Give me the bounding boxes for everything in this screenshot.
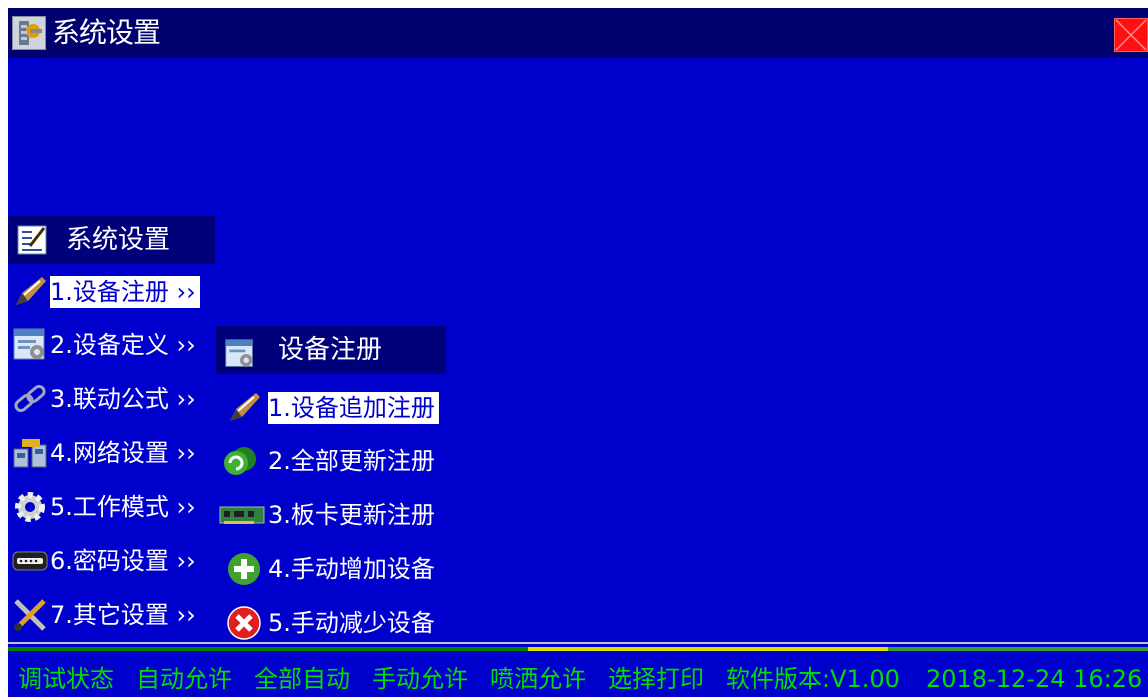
menu-item-work-mode[interactable]: 5.工作模式 ›› [8, 480, 216, 534]
status-auto-allow: 自动允许 [136, 665, 232, 693]
menu-item-password-settings[interactable]: 6.密码设置 ›› [8, 534, 216, 588]
datetime: 2018-12-24 16:26 [926, 665, 1143, 693]
submenu-item-board-update-register[interactable]: 3.板卡更新注册 [216, 488, 446, 542]
main-menu-header: 系统设置 [8, 216, 215, 264]
form-gear-icon [225, 339, 253, 367]
screen: 系统设置 系统设置 1.设备注册 ›› 2.设备定义 ›› 3.联动公式 ›› … [8, 8, 1148, 697]
network-icon [13, 439, 47, 468]
submenu-item-append-register[interactable]: 1.设备追加注册 [216, 380, 446, 434]
circuit-board-icon [219, 506, 265, 524]
remove-icon [227, 606, 261, 640]
status-all-auto: 全部自动 [254, 665, 350, 693]
submenu-item-manual-add-device[interactable]: 4.手动增加设备 [216, 542, 446, 596]
pencil-icon [16, 277, 46, 305]
sub-menu-header: 设备注册 [216, 326, 446, 374]
status-bar: 调试状态 自动允许 全部自动 手动允许 喷洒允许 选择打印 软件版本:V1.00… [8, 653, 1148, 697]
menu-item-device-define[interactable]: 2.设备定义 ›› [8, 318, 216, 372]
refresh-icon [224, 447, 256, 475]
sub-menu: 设备注册 1.设备追加注册 2.全部更新注册 3.板卡更新注册 4.手动增加设备… [216, 326, 446, 640]
status-select-print: 选择打印 [608, 665, 704, 693]
close-button[interactable] [1114, 18, 1148, 52]
status-debug: 调试状态 [18, 665, 114, 693]
gear-icon [15, 492, 45, 522]
close-icon [1115, 19, 1147, 51]
tools-icon [14, 599, 46, 631]
submenu-item-full-update-register[interactable]: 2.全部更新注册 [216, 434, 446, 488]
status-separator [8, 639, 1148, 654]
status-spray-allow: 喷洒允许 [490, 665, 586, 693]
window-title: 系统设置 [52, 16, 161, 49]
settings-app-icon [12, 16, 46, 50]
pencil-icon [230, 393, 260, 421]
main-menu: 系统设置 1.设备注册 ›› 2.设备定义 ›› 3.联动公式 ›› 4.网络设… [8, 216, 216, 640]
chain-link-icon [14, 384, 46, 413]
add-icon [228, 553, 260, 585]
form-gear-icon [13, 328, 45, 360]
password-icon [12, 551, 48, 571]
sub-menu-title: 设备注册 [278, 335, 383, 365]
main-menu-title: 系统设置 [66, 225, 171, 255]
software-version: 软件版本:V1.00 [726, 665, 900, 693]
menu-item-device-register[interactable]: 1.设备注册 ›› [8, 264, 216, 318]
menu-item-network-settings[interactable]: 4.网络设置 ›› [8, 426, 216, 480]
settings-notepad-icon [17, 225, 47, 255]
menu-item-other-settings[interactable]: 7.其它设置 ›› [8, 588, 216, 642]
title-bar: 系统设置 [8, 8, 1148, 58]
menu-item-linkage-formula[interactable]: 3.联动公式 ›› [8, 372, 216, 426]
status-manual-allow: 手动允许 [372, 665, 468, 693]
